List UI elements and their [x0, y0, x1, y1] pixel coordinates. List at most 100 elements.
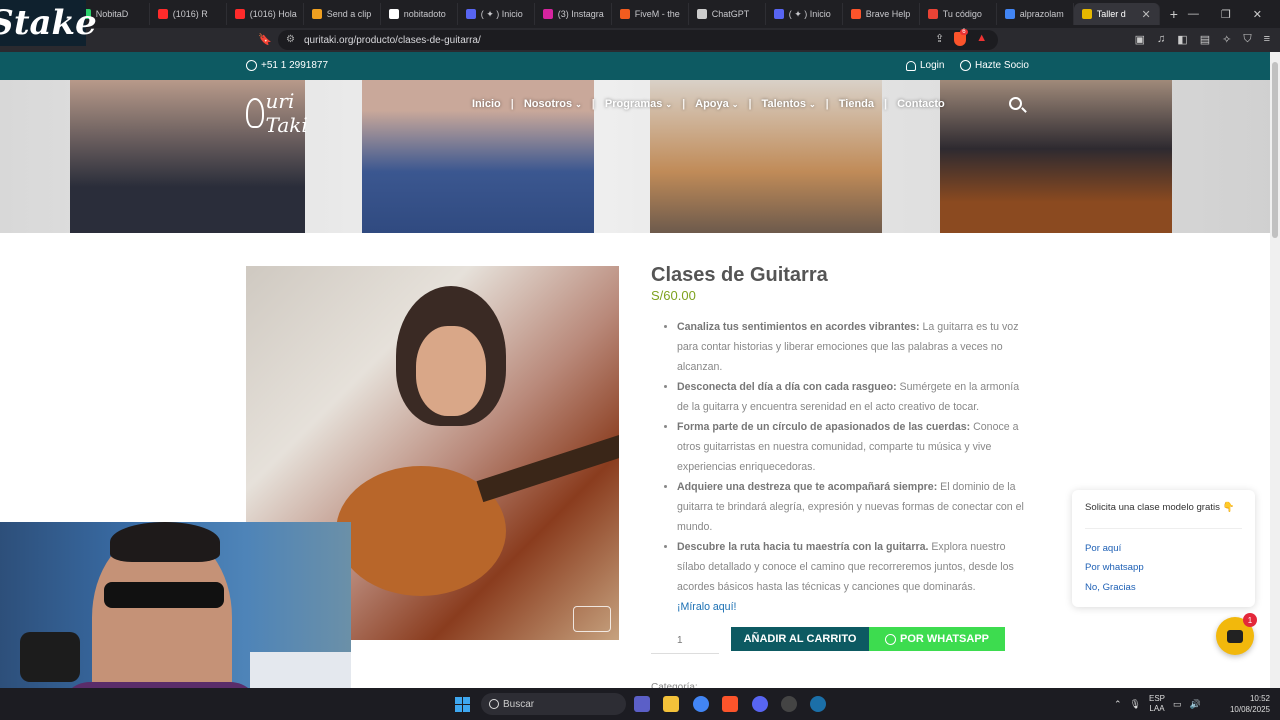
globe-icon: [960, 60, 971, 71]
chevron-up-icon[interactable]: ⌃: [1114, 699, 1122, 710]
product-features: Canaliza tus sentimientos en acordes vib…: [663, 317, 1028, 617]
menu-icon[interactable]: ≡: [1264, 33, 1270, 46]
close-tab-icon[interactable]: ✕: [1142, 8, 1151, 21]
browser-tab[interactable]: Send a clip: [304, 3, 381, 25]
url-text: quritaki.org/producto/clases-de-guitarra…: [304, 34, 481, 46]
url-input[interactable]: ⚙ quritaki.org/producto/clases-de-guitar…: [278, 30, 998, 50]
feature-bold: Forma parte de un círculo de apasionados…: [677, 421, 971, 433]
nav-separator: |: [825, 98, 829, 110]
browser-tab[interactable]: Brave Help: [843, 3, 920, 25]
tab-favicon-icon: [465, 9, 476, 19]
mic-icon[interactable]: 🎙: [1130, 699, 1141, 710]
browser-tab[interactable]: Taller d ✕: [1073, 3, 1160, 25]
nav-programas[interactable]: Programas ⌄: [595, 98, 682, 110]
phone-text: +51 1 2991877: [261, 60, 329, 71]
browser-tab-bar: NobitaD (1016) R (1016) Hola Send a clip nob…: [0, 0, 1280, 28]
add-to-cart-button[interactable]: AÑADIR AL CARRITO: [731, 627, 869, 651]
quantity-input[interactable]: 1: [651, 628, 719, 654]
taskbar-search[interactable]: Buscar: [481, 693, 626, 715]
file-explorer-icon[interactable]: [663, 696, 679, 712]
popup-option-por-aqui[interactable]: Por aquí: [1085, 543, 1121, 554]
feature-bold: Descubre la ruta hacia tu maestría con l…: [677, 541, 929, 553]
scrollbar-thumb[interactable]: [1272, 62, 1278, 238]
nav-talentos-label: Talentos: [761, 98, 806, 110]
nav-contacto[interactable]: Contacto: [887, 98, 955, 110]
browser-tab[interactable]: ( ✦ ) Inicio: [458, 3, 535, 25]
browser-tab[interactable]: (1016) Hola: [227, 3, 304, 25]
brave-rewards-icon[interactable]: ▲: [976, 32, 987, 46]
brave-shield-icon[interactable]: 6: [954, 29, 968, 46]
login-link[interactable]: Login: [906, 60, 944, 71]
browser-tab[interactable]: ChatGPT: [689, 3, 766, 25]
discord-icon[interactable]: [752, 696, 768, 712]
site-info-icon[interactable]: ⚙: [286, 34, 295, 45]
browser-tab[interactable]: nobitadoto: [381, 3, 458, 25]
browser-tab[interactable]: (1016) R: [150, 3, 227, 25]
quritaki-logo[interactable]: uri Taki: [246, 89, 318, 137]
nav-apoya[interactable]: Apoya ⌄: [685, 98, 748, 110]
screenshot-icon[interactable]: ▣: [1135, 33, 1145, 46]
browser-tab[interactable]: FiveM - the: [612, 3, 689, 25]
leo-ai-icon[interactable]: ✧: [1222, 33, 1231, 46]
user-icon: [906, 60, 916, 71]
browser-tab[interactable]: alprazolam: [997, 3, 1074, 25]
nav-tienda[interactable]: Tienda: [829, 98, 884, 110]
popup-option-no-gracias[interactable]: No, Gracias: [1085, 582, 1136, 593]
nav-inicio[interactable]: Inicio: [462, 98, 511, 110]
search-icon[interactable]: [1009, 97, 1022, 110]
network-icon[interactable]: ▭: [1173, 699, 1182, 710]
steam-icon[interactable]: [810, 696, 826, 712]
tab-label: (1016) R: [172, 9, 208, 19]
browser-tab[interactable]: Tu código: [920, 3, 997, 25]
tab-label: (3) Instagra: [557, 9, 604, 19]
hazte-socio-link[interactable]: Hazte Socio: [960, 60, 1029, 71]
vpn-icon[interactable]: ⛉: [1243, 33, 1251, 46]
whatsapp-icon: [246, 60, 257, 71]
minimize-icon[interactable]: —: [1188, 8, 1199, 21]
whatsapp-order-button[interactable]: POR WHATSAPP: [869, 627, 1005, 651]
tab-label: (1016) Hola: [249, 9, 297, 19]
tab-favicon-icon: [773, 9, 784, 19]
page-scrollbar[interactable]: [1270, 52, 1280, 688]
new-tab-button[interactable]: +: [1160, 6, 1188, 22]
feature-bold: Canaliza tus sentimientos en acordes vib…: [677, 321, 920, 333]
popup-divider: [1085, 528, 1242, 529]
tab-favicon-icon: [234, 9, 245, 19]
language-indicator[interactable]: ESP LAA: [1149, 694, 1165, 714]
brave-icon[interactable]: [722, 696, 738, 712]
windows-start-icon[interactable]: [455, 697, 470, 712]
music-icon[interactable]: ♫: [1157, 33, 1165, 46]
sidebar-icon[interactable]: ◧: [1177, 33, 1187, 46]
nav-separator: |: [591, 98, 595, 110]
wallet-icon[interactable]: ▤: [1200, 33, 1210, 46]
taskbar-clock[interactable]: 10:52 10/08/2025: [1222, 693, 1270, 715]
nav-separator: |: [510, 98, 514, 110]
bookmark-icon[interactable]: 🔖: [258, 33, 272, 46]
nav-nosotros[interactable]: Nosotros ⌄: [514, 98, 592, 110]
teams-icon[interactable]: [634, 696, 650, 712]
nav-talentos[interactable]: Talentos ⌄: [752, 98, 826, 110]
main-nav: Inicio | Nosotros ⌄ | Programas ⌄ | Apoya ⌄…: [462, 98, 955, 110]
tab-favicon-icon: [850, 9, 861, 19]
phone-link[interactable]: +51 1 2991877: [246, 60, 328, 71]
address-bar-row: 🔖 ⚙ quritaki.org/producto/clases-de-guit…: [0, 28, 1280, 52]
close-window-icon[interactable]: ✕: [1253, 8, 1262, 21]
login-text: Login: [920, 60, 945, 71]
chevron-down-icon: ⌄: [575, 99, 582, 109]
chrome-icon[interactable]: [693, 696, 709, 712]
share-icon[interactable]: ⇪: [935, 32, 944, 46]
browser-tab[interactable]: (3) Instagra: [535, 3, 612, 25]
obs-icon[interactable]: [781, 696, 797, 712]
product-title: Clases de Guitarra: [651, 264, 828, 286]
miralo-aqui-link[interactable]: ¡Míralo aquí!: [677, 601, 736, 613]
volume-icon[interactable]: 🔊: [1190, 699, 1201, 710]
chat-notification-badge: 1: [1243, 613, 1257, 627]
popup-option-whatsapp[interactable]: Por whatsapp: [1085, 562, 1144, 573]
nav-programas-label: Programas: [604, 98, 663, 110]
restore-icon[interactable]: ❐: [1221, 8, 1231, 21]
browser-tab[interactable]: ( ✦ ) Inicio: [766, 3, 843, 25]
tab-favicon-icon: [388, 9, 399, 19]
tab-label: Taller d: [1096, 9, 1126, 19]
watermark-logo: [573, 606, 611, 632]
clock-time: 10:52: [1249, 694, 1270, 703]
